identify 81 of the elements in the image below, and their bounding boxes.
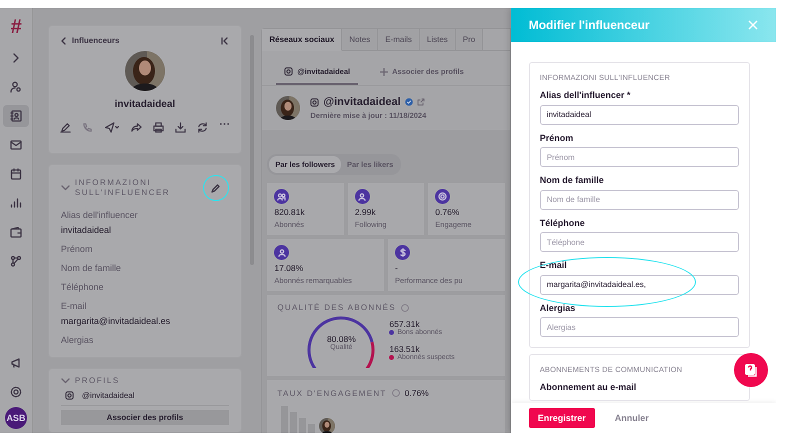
- field-label: Téléphone: [60, 282, 104, 292]
- section-title: PROFILS: [74, 376, 121, 386]
- chevron-left-icon: [60, 36, 66, 44]
- help-button[interactable]: [734, 353, 768, 387]
- contact-book-icon: [10, 110, 22, 122]
- wallet-icon: [10, 226, 22, 238]
- users-icon: [274, 189, 290, 204]
- input-field[interactable]: margarita@invitadaideal.es,: [540, 274, 739, 294]
- edit-icon[interactable]: [60, 122, 71, 133]
- nav-button[interactable]: [2, 105, 29, 127]
- send-icon[interactable]: [104, 122, 120, 133]
- dollar-icon: [395, 245, 410, 260]
- field-label: Prénom: [540, 132, 574, 142]
- share-icon[interactable]: [130, 122, 142, 133]
- input-field[interactable]: Alergias: [540, 317, 739, 337]
- chevron-right-icon: [12, 53, 20, 63]
- input-field[interactable]: Nom de famille: [540, 190, 739, 210]
- calendar-icon: [10, 168, 22, 180]
- tab[interactable]: Réseaux sociaux: [262, 29, 342, 51]
- field-label: Abonnement au e-mail: [540, 382, 638, 392]
- download-icon[interactable]: [174, 122, 186, 133]
- field-label: E-mail: [60, 301, 88, 311]
- user-avatar[interactable]: ASB: [4, 407, 27, 429]
- gauge-value: 80.08%: [326, 334, 356, 344]
- collapse-icon[interactable]: [220, 36, 229, 44]
- profile-handle[interactable]: @invitadaideal: [82, 391, 135, 400]
- more-icon[interactable]: [218, 122, 230, 126]
- stat-value: 17.08%: [274, 263, 304, 273]
- section-title: QUALITÉ DES ABONNÉS: [277, 303, 396, 312]
- user-search-icon: [10, 81, 22, 93]
- legend-value: 163.51k: [389, 344, 420, 354]
- field-label: Téléphone: [540, 218, 586, 228]
- drawer-title: Modifier l'influenceur: [528, 18, 650, 32]
- printer-icon[interactable]: [152, 122, 164, 133]
- bar-chart-icon: [10, 198, 22, 208]
- field-label: E-mail: [540, 260, 568, 270]
- back-link[interactable]: Influenceurs: [60, 36, 120, 45]
- legend-value: 657.31k: [389, 319, 420, 329]
- input-field[interactable]: Prénom: [540, 147, 739, 167]
- section-title: TAUX D'ENGAGEMENT: [277, 388, 387, 398]
- field-label: Alias dell'influencer: [60, 210, 139, 220]
- field-label: Nom de famille: [540, 175, 605, 185]
- stat-value: -: [395, 263, 399, 273]
- account-handle: @invitadaideal: [323, 96, 401, 108]
- target-icon: [435, 189, 450, 204]
- user-icon: [354, 189, 370, 204]
- tab[interactable]: E-mails: [378, 29, 420, 51]
- section-title: INFORMAZIONI SULL'INFLUENCER: [74, 178, 172, 198]
- field-label: Prénom: [60, 244, 94, 254]
- input-field[interactable]: Téléphone: [540, 232, 739, 252]
- mail-icon: [10, 140, 22, 150]
- user-icon: [274, 245, 290, 260]
- tab[interactable]: Pro: [456, 29, 484, 51]
- save-button[interactable]: Enregistrer: [528, 408, 595, 428]
- engagement-value: 0.76%: [404, 388, 429, 398]
- link-profiles-button[interactable]: Associer des profils: [60, 410, 229, 425]
- app-logo[interactable]: #: [10, 14, 22, 40]
- settings-icon: [10, 386, 22, 398]
- tab[interactable]: Notes: [342, 29, 378, 51]
- stat-value: 2.99k: [354, 207, 377, 217]
- megaphone-icon: [10, 357, 22, 369]
- refresh-icon[interactable]: [196, 122, 208, 133]
- field-label: Alias dell'influencer *: [540, 90, 632, 100]
- cancel-button[interactable]: Annuler: [608, 412, 655, 424]
- tab[interactable]: Listes: [420, 29, 456, 51]
- network-icon: [10, 255, 22, 267]
- field-label: Alergias: [540, 302, 576, 312]
- instagram-icon: [284, 67, 294, 76]
- field-value: margarita@invitadaideal.es: [60, 316, 172, 326]
- field-label: Alergias: [60, 335, 94, 345]
- instagram-icon: [310, 98, 320, 106]
- stat-value: 0.76%: [435, 207, 460, 217]
- edit-icon[interactable]: [211, 184, 220, 192]
- influencer-name: invitadaideal: [114, 99, 176, 110]
- stat-value: 820.81k: [274, 207, 306, 217]
- bar-chart-drawing: [281, 404, 318, 433]
- instagram-icon: [64, 391, 74, 400]
- field-label: Nom de famille: [60, 263, 122, 273]
- field-value: invitadaideal: [60, 225, 112, 235]
- input-field[interactable]: invitadaideal: [540, 104, 739, 124]
- plus-icon: [380, 68, 388, 76]
